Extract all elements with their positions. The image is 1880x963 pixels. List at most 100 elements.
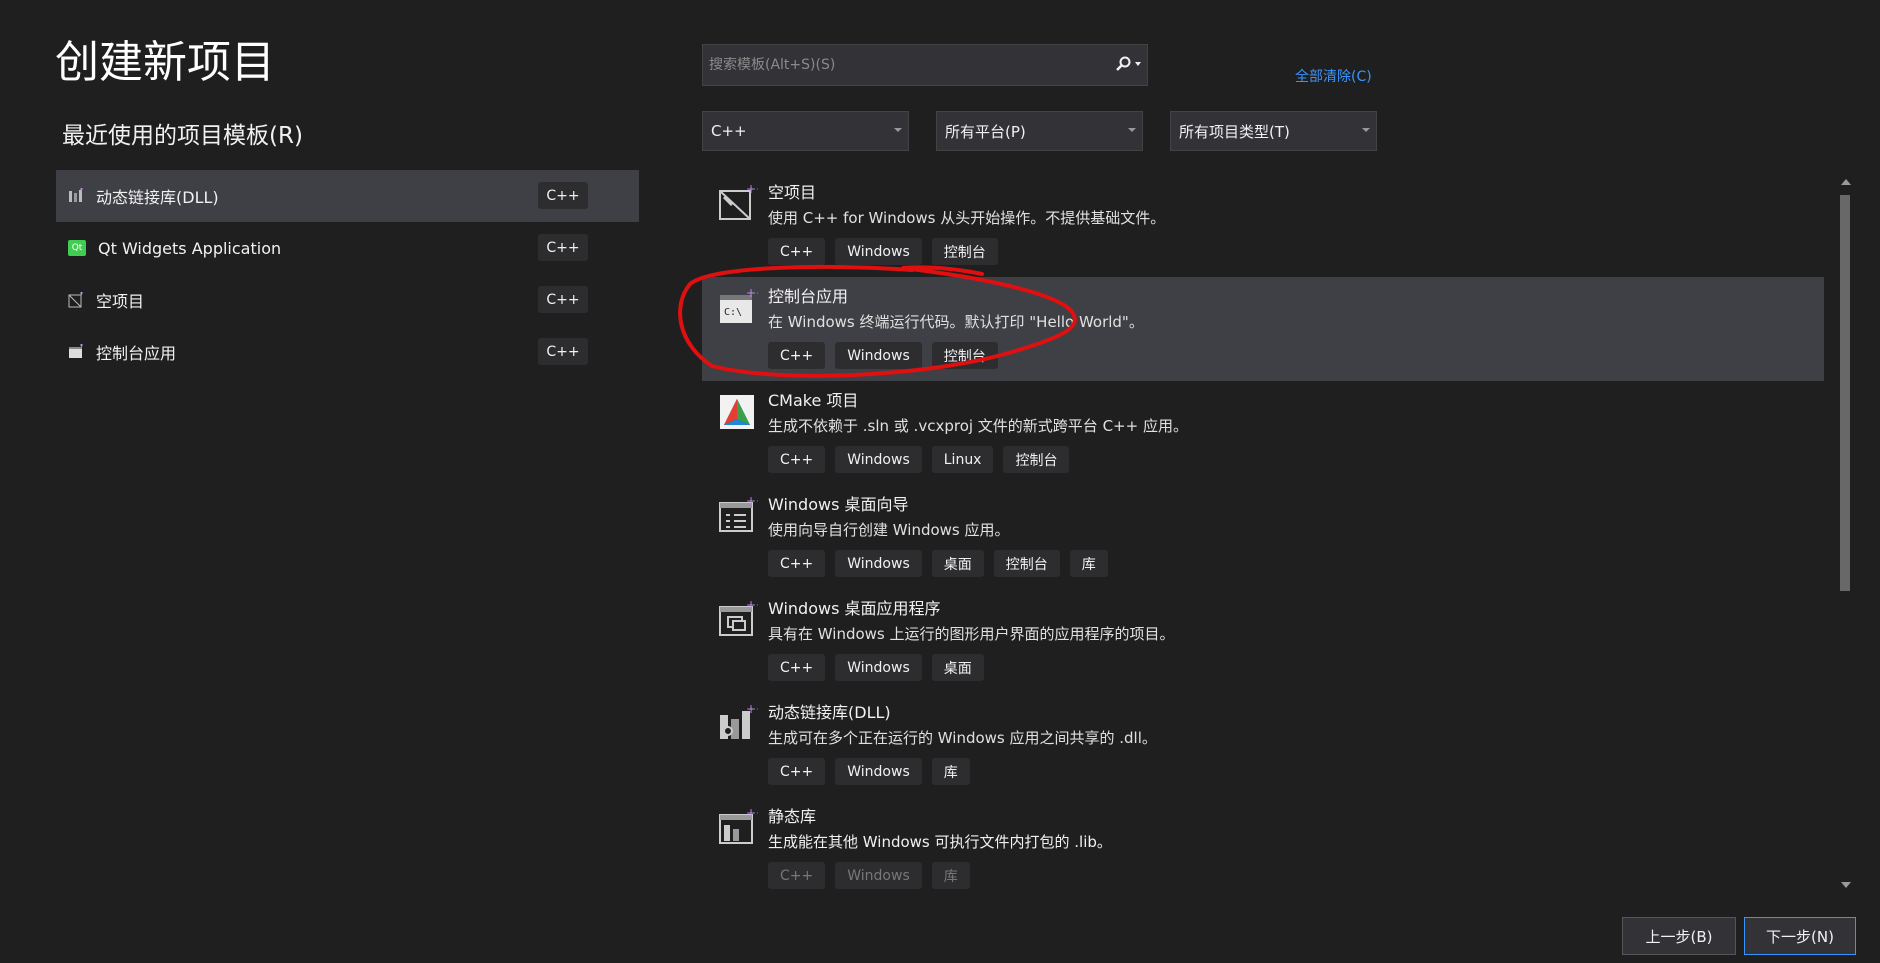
template-tag: 库 [931,758,970,785]
search-button[interactable] [1115,55,1141,73]
template-tag: 控制台 [993,550,1060,577]
empty-project-icon [68,292,84,308]
template-name: Windows 桌面应用程序 [768,599,941,618]
template-description: 在 Windows 终端运行代码。默认打印 "Hello World"。 [768,313,1144,331]
template-tag: C++ [768,446,826,473]
template-item-cmake-project[interactable]: CMake 项目 生成不依赖于 .sln 或 .vcxproj 文件的新式跨平台… [702,381,1824,485]
template-search-box[interactable] [702,44,1148,86]
template-tag: C++ [768,758,826,785]
language-badge: C++ [538,338,588,365]
dll-icon: ++ [718,702,766,743]
desktop-app-icon: ++ [718,598,766,639]
recent-item-label: 控制台应用 [96,344,177,363]
recent-item-qt-widgets[interactable]: Qt Qt Widgets Application C++ [56,222,639,274]
template-description: 生成可在多个正在运行的 Windows 应用之间共享的 .dll。 [768,729,1157,747]
template-name: Windows 桌面向导 [768,495,909,514]
template-item-console-app[interactable]: C:\ ++ 控制台应用 在 Windows 终端运行代码。默认打印 "Hello… [702,277,1824,381]
empty-project-icon: ++ [718,182,766,223]
template-name: CMake 项目 [768,391,859,410]
template-tag: 桌面 [931,550,984,577]
scroll-up-arrow-icon[interactable] [1841,179,1851,185]
template-item-desktop-wizard[interactable]: ++ Windows 桌面向导 使用向导自行创建 Windows 应用。 C++… [702,485,1824,589]
template-tag: Windows [835,238,922,265]
cmake-icon [718,391,758,431]
template-tag: C++ [768,238,826,265]
recent-templates-list: 动态链接库(DLL) C++ Qt Qt Widgets Application… [56,170,639,378]
template-tag: Windows [835,342,922,369]
template-list: ++ 空项目 使用 C++ for Windows 从头开始操作。不提供基础文件… [702,173,1824,890]
template-item-static-library[interactable]: ++ 静态库 生成能在其他 Windows 可执行文件内打包的 .lib。 C+… [702,797,1824,890]
dll-icon [68,188,84,204]
svg-text:++: ++ [746,183,758,196]
template-tag: Windows [835,550,922,577]
svg-text:++: ++ [746,495,758,508]
search-icon [1116,56,1131,71]
template-description: 使用向导自行创建 Windows 应用。 [768,521,1010,539]
project-type-filter-value: 所有项目类型(T) [1179,122,1290,141]
language-filter-dropdown[interactable]: C++ [702,111,909,151]
platform-filter-dropdown[interactable]: 所有平台(P) [936,111,1143,151]
template-tag: 控制台 [931,238,998,265]
recent-item-empty-project[interactable]: 空项目 C++ [56,274,639,326]
console-app-icon: C:\ ++ [718,286,766,327]
template-tag: Windows [835,446,922,473]
template-tag: C++ [768,862,826,889]
template-tag: 库 [931,862,970,889]
template-tag: Windows [835,862,922,889]
template-tag: C++ [768,654,826,681]
console-app-icon [68,344,84,360]
template-item-empty-project[interactable]: ++ 空项目 使用 C++ for Windows 从头开始操作。不提供基础文件… [702,173,1824,277]
platform-filter-value: 所有平台(P) [945,122,1026,141]
qt-icon: Qt [68,240,86,256]
template-tag: C++ [768,342,826,369]
svg-text:C:\: C:\ [724,307,742,318]
template-list-scrollbar[interactable] [1836,173,1854,894]
chevron-down-icon [1128,128,1136,132]
page-title: 创建新项目 [55,37,275,88]
template-description: 使用 C++ for Windows 从头开始操作。不提供基础文件。 [768,209,1166,227]
template-tag: Linux [931,446,994,473]
recent-item-label: 动态链接库(DLL) [96,188,219,207]
template-description: 具有在 Windows 上运行的图形用户界面的应用程序的项目。 [768,625,1175,643]
recent-item-label: Qt Widgets Application [98,238,282,258]
static-lib-icon: ++ [718,806,766,847]
language-filter-value: C++ [711,122,747,140]
chevron-down-icon [1362,128,1370,132]
clear-all-link[interactable]: 全部清除(C) [1295,66,1372,86]
template-item-dll[interactable]: ++ 动态链接库(DLL) 生成可在多个正在运行的 Windows 应用之间共享… [702,693,1824,797]
template-tag: 控制台 [931,342,998,369]
next-button[interactable]: 下一步(N) [1744,917,1856,955]
svg-text:++: ++ [746,599,758,612]
template-description: 生成不依赖于 .sln 或 .vcxproj 文件的新式跨平台 C++ 应用。 [768,417,1188,435]
project-type-filter-dropdown[interactable]: 所有项目类型(T) [1170,111,1377,151]
template-tag: Windows [835,758,922,785]
scroll-down-arrow-icon[interactable] [1841,882,1851,888]
wizard-icon: ++ [718,494,766,535]
template-description: 生成能在其他 Windows 可执行文件内打包的 .lib。 [768,833,1112,851]
recent-item-console-app[interactable]: 控制台应用 C++ [56,326,639,378]
svg-text:++: ++ [746,703,758,716]
template-item-desktop-application[interactable]: ++ Windows 桌面应用程序 具有在 Windows 上运行的图形用户界面… [702,589,1824,693]
template-tag: 控制台 [1003,446,1070,473]
language-badge: C++ [538,182,588,209]
language-badge: C++ [538,234,588,261]
chevron-down-icon [1135,62,1141,66]
language-badge: C++ [538,286,588,313]
svg-text:++: ++ [746,287,758,300]
recent-item-dll[interactable]: 动态链接库(DLL) C++ [56,170,639,222]
back-button[interactable]: 上一步(B) [1622,917,1736,955]
template-tag: 桌面 [931,654,984,681]
template-tag: Windows [835,654,922,681]
template-name: 动态链接库(DLL) [768,703,891,722]
template-tag: 库 [1069,550,1108,577]
template-tag: C++ [768,550,826,577]
template-name: 静态库 [768,807,817,826]
recent-item-label: 空项目 [96,292,145,311]
search-input[interactable] [709,57,1089,73]
template-name: 空项目 [768,183,817,202]
chevron-down-icon [894,128,902,132]
scrollbar-thumb[interactable] [1840,195,1850,591]
template-name: 控制台应用 [768,287,849,306]
recent-templates-heading: 最近使用的项目模板(R) [62,123,303,149]
svg-text:++: ++ [746,807,758,820]
